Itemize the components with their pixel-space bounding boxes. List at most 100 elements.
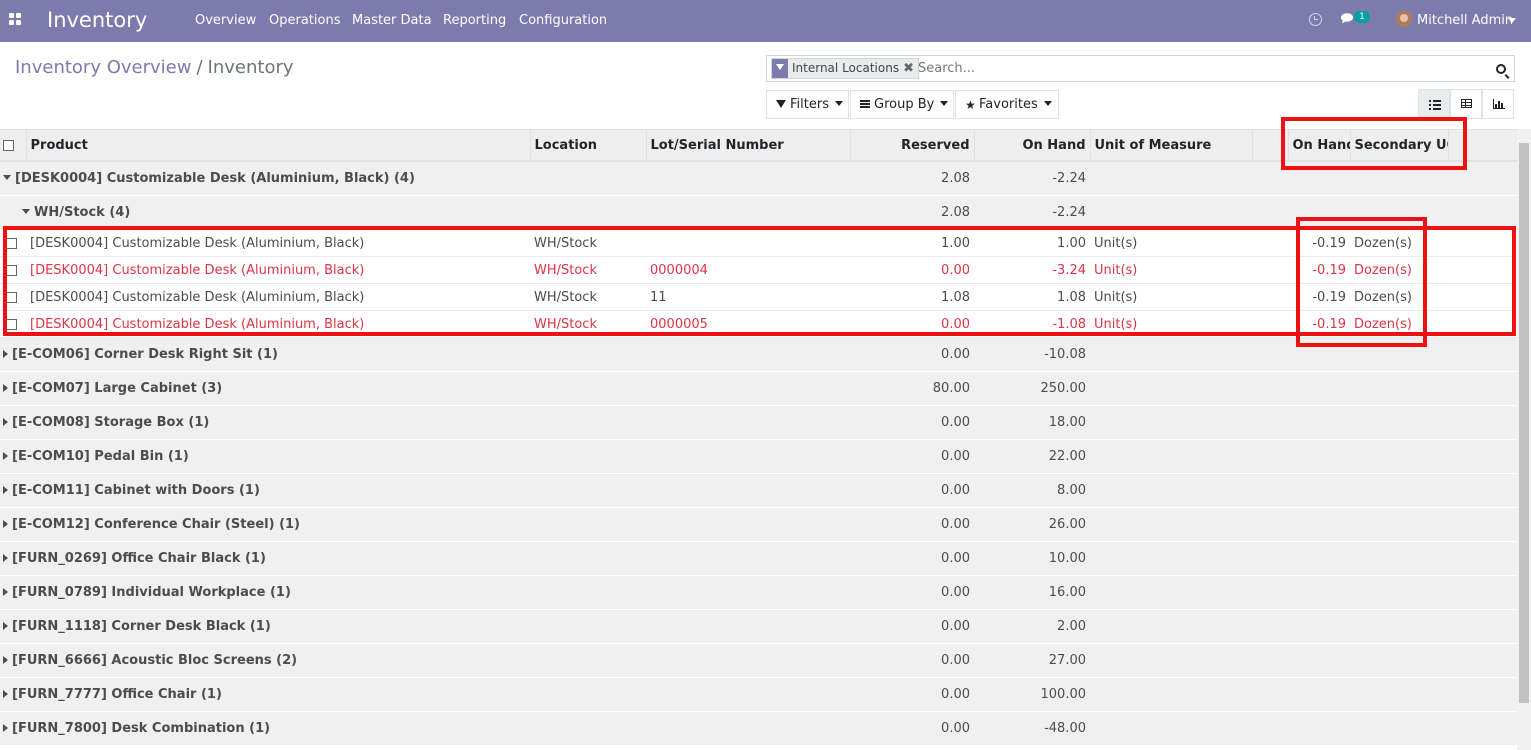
group-header[interactable]: [FURN_1118] Corner Desk Black (1) — [0, 609, 850, 644]
column-product[interactable]: Product — [26, 129, 531, 162]
row-checkbox[interactable] — [6, 318, 17, 330]
row-select[interactable] — [0, 310, 26, 338]
breadcrumb-parent[interactable]: Inventory Overview — [15, 57, 191, 78]
caret-down-icon — [940, 101, 949, 106]
menu-operations[interactable]: Operations — [269, 13, 340, 29]
group-row[interactable]: [E-COM12] Conference Chair (Steel) (1) 0… — [0, 507, 1517, 542]
group-row[interactable]: [E-COM10] Pedal Bin (1) 0.00 22.00 — [0, 439, 1517, 474]
row-checkbox[interactable] — [6, 264, 17, 276]
user-menu-caret-icon[interactable] — [1508, 18, 1516, 23]
favorites-button[interactable]: ★ Favorites — [955, 90, 1059, 119]
select-all-cell[interactable] — [0, 129, 27, 162]
caret-right-icon — [3, 724, 8, 732]
vertical-scrollbar[interactable] — [1517, 129, 1531, 750]
cell-filler — [1448, 283, 1517, 311]
group-header[interactable]: [E-COM07] Large Cabinet (3) — [0, 371, 850, 406]
column-lot[interactable]: Lot/Serial Number — [646, 129, 851, 162]
caret-right-icon — [3, 520, 8, 528]
group-label: [E-COM08] Storage Box (1) — [12, 415, 210, 430]
search-box: Internal Locations ✖ — [766, 55, 1515, 82]
group-row[interactable]: [E-COM07] Large Cabinet (3) 80.00 250.00 — [0, 371, 1517, 406]
group-row[interactable]: [FURN_6666] Acoustic Bloc Screens (2) 0.… — [0, 643, 1517, 678]
group-empty — [1090, 371, 1517, 406]
select-all-checkbox[interactable] — [3, 139, 14, 151]
user-avatar[interactable] — [1396, 11, 1412, 27]
menu-configuration[interactable]: Configuration — [519, 13, 607, 29]
column-uom[interactable]: Unit of Measure — [1090, 129, 1253, 162]
column-on-hand[interactable]: On Hand — [974, 129, 1091, 162]
list-view-button[interactable] — [1418, 89, 1450, 119]
table-row[interactable]: [DESK0004] Customizable Desk (Aluminium,… — [0, 256, 1517, 284]
group-row[interactable]: [E-COM11] Cabinet with Doors (1) 0.00 8.… — [0, 473, 1517, 508]
group-row[interactable]: [DESK0004] Customizable Desk (Aluminium,… — [0, 161, 1517, 196]
scrollbar-thumb[interactable] — [1519, 143, 1529, 703]
group-header[interactable]: [FURN_7800] Desk Combination (1) — [0, 711, 850, 746]
cell-secondary-on-hand: -0.19 — [1288, 310, 1350, 338]
caret-right-icon — [3, 690, 8, 698]
group-row[interactable]: [FURN_0269] Office Chair Black (1) 0.00 … — [0, 541, 1517, 576]
search-input[interactable] — [918, 59, 1478, 78]
group-header[interactable]: [E-COM10] Pedal Bin (1) — [0, 439, 850, 474]
cell-on-hand: -3.24 — [974, 256, 1090, 284]
group-header[interactable]: [FURN_6666] Acoustic Bloc Screens (2) — [0, 643, 850, 678]
menu-reporting[interactable]: Reporting — [443, 13, 506, 29]
group-on-hand: 2.00 — [974, 609, 1090, 644]
cell-secondary-on-hand: -0.19 — [1288, 283, 1350, 311]
group-row[interactable]: [E-COM06] Corner Desk Right Sit (1) 0.00… — [0, 337, 1517, 372]
column-reserved[interactable]: Reserved — [850, 129, 975, 162]
user-name[interactable]: Mitchell Admin — [1417, 13, 1513, 29]
cell-spacer — [1252, 229, 1288, 257]
menu-master-data[interactable]: Master Data — [352, 13, 432, 29]
row-select[interactable] — [0, 229, 26, 257]
group-row[interactable]: [FURN_7800] Desk Combination (1) 0.00 -4… — [0, 711, 1517, 746]
caret-right-icon — [3, 554, 8, 562]
subgroup-empty — [1090, 195, 1517, 230]
group-header[interactable]: [FURN_0789] Individual Workplace (1) — [0, 575, 850, 610]
caret-right-icon — [3, 384, 8, 392]
group-header[interactable]: [FURN_0269] Office Chair Black (1) — [0, 541, 850, 576]
apps-menu-icon[interactable] — [9, 13, 21, 25]
group-header[interactable]: [E-COM08] Storage Box (1) — [0, 405, 850, 440]
table-row[interactable]: [DESK0004] Customizable Desk (Aluminium,… — [0, 229, 1517, 257]
column-secondary-uom[interactable]: Secondary UOM — [1350, 129, 1449, 162]
group-empty — [1090, 609, 1517, 644]
group-by-button[interactable]: Group By — [850, 90, 954, 119]
group-empty — [1090, 507, 1517, 542]
cell-location: WH/Stock — [530, 229, 646, 257]
caret-right-icon — [3, 418, 8, 426]
filters-button[interactable]: Filters — [766, 90, 849, 119]
menu-overview[interactable]: Overview — [195, 13, 256, 29]
group-by-label: Group By — [874, 97, 935, 112]
table-row[interactable]: [DESK0004] Customizable Desk (Aluminium,… — [0, 283, 1517, 311]
caret-down-icon — [3, 175, 11, 180]
column-location[interactable]: Location — [530, 129, 647, 162]
activity-clock-icon[interactable] — [1309, 13, 1322, 26]
search-icon[interactable] — [1496, 64, 1506, 74]
row-select[interactable] — [0, 256, 26, 284]
row-checkbox[interactable] — [6, 291, 17, 303]
column-secondary-on-hand[interactable]: On Hand — [1288, 129, 1351, 162]
row-select[interactable] — [0, 283, 26, 311]
graph-view-button[interactable] — [1482, 89, 1514, 119]
subgroup-row[interactable]: WH/Stock (4) 2.08 -2.24 — [0, 195, 1517, 230]
row-checkbox[interactable] — [6, 237, 17, 249]
group-header[interactable]: [FURN_7777] Office Chair (1) — [0, 677, 850, 712]
group-label: [FURN_1118] Corner Desk Black (1) — [12, 619, 271, 634]
group-row[interactable]: [FURN_0789] Individual Workplace (1) 0.0… — [0, 575, 1517, 610]
group-row[interactable]: [FURN_7777] Office Chair (1) 0.00 100.00 — [0, 677, 1517, 712]
group-row[interactable]: [FURN_1118] Corner Desk Black (1) 0.00 2… — [0, 609, 1517, 644]
group-row[interactable]: [E-COM08] Storage Box (1) 0.00 18.00 — [0, 405, 1517, 440]
cell-uom: Unit(s) — [1090, 229, 1252, 257]
cell-secondary-uom: Dozen(s) — [1350, 256, 1448, 284]
pivot-view-button[interactable] — [1450, 89, 1482, 119]
group-header[interactable]: [DESK0004] Customizable Desk (Aluminium,… — [0, 161, 850, 196]
group-label: [FURN_7800] Desk Combination (1) — [12, 721, 271, 736]
group-header[interactable]: [E-COM06] Corner Desk Right Sit (1) — [0, 337, 850, 372]
group-header[interactable]: [E-COM12] Conference Chair (Steel) (1) — [0, 507, 850, 542]
table-row[interactable]: [DESK0004] Customizable Desk (Aluminium,… — [0, 310, 1517, 338]
group-header[interactable]: [E-COM11] Cabinet with Doors (1) — [0, 473, 850, 508]
app-brand[interactable]: Inventory — [47, 7, 147, 34]
subgroup-header[interactable]: WH/Stock (4) — [0, 195, 850, 230]
facet-remove-icon[interactable]: ✖ — [903, 59, 918, 78]
caret-right-icon — [3, 350, 8, 358]
